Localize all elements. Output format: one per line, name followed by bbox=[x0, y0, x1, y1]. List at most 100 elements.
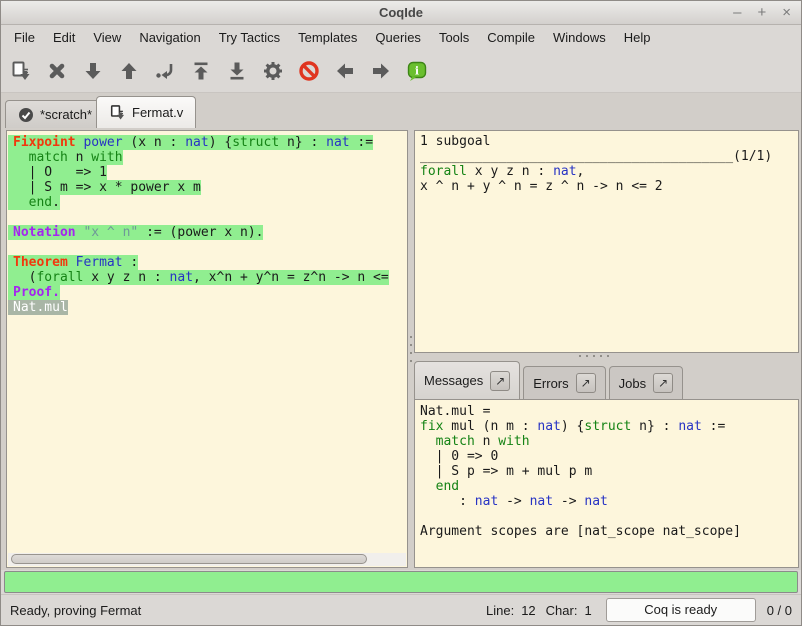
line-number: 12 bbox=[521, 603, 535, 618]
window-title: CoqIde bbox=[1, 5, 801, 20]
code-line: ________________________________________… bbox=[415, 149, 798, 164]
detach-icon[interactable]: ↗ bbox=[576, 373, 596, 393]
tab-label: Errors bbox=[533, 376, 568, 391]
info-bubble-icon: i bbox=[406, 60, 428, 82]
save-icon bbox=[10, 60, 32, 82]
document-tabstrip: *scratch* Fermat.v bbox=[1, 93, 801, 128]
forward-button[interactable] bbox=[369, 59, 393, 83]
code-line bbox=[8, 210, 406, 225]
arrow-down-icon bbox=[82, 60, 104, 82]
gear-icon bbox=[262, 60, 284, 82]
goals-panel: 1 subgoal_______________________________… bbox=[414, 130, 799, 353]
window-controls: – + × bbox=[733, 1, 791, 24]
code-line: | S m => x * power x m bbox=[8, 180, 406, 195]
tab-label: Messages bbox=[424, 373, 483, 388]
menu-navigation[interactable]: Navigation bbox=[130, 27, 209, 48]
save-button[interactable] bbox=[9, 59, 33, 83]
about-button[interactable]: i bbox=[405, 59, 429, 83]
char-number: 1 bbox=[584, 603, 591, 618]
arrow-up-icon bbox=[118, 60, 140, 82]
code-line: end. bbox=[8, 195, 406, 210]
interrupt-button[interactable] bbox=[297, 59, 321, 83]
menu-bar: File Edit View Navigation Try Tactics Te… bbox=[1, 26, 801, 49]
tab-label: Jobs bbox=[619, 376, 646, 391]
arrow-right-icon bbox=[370, 60, 392, 82]
title-bar: CoqIde – + × bbox=[1, 1, 801, 25]
menu-help[interactable]: Help bbox=[615, 27, 660, 48]
code-line: Fixpoint power (x n : nat) {struct n} : … bbox=[8, 135, 406, 150]
check-icon bbox=[18, 107, 34, 123]
menu-compile[interactable]: Compile bbox=[478, 27, 544, 48]
script-editor[interactable]: Fixpoint power (x n : nat) {struct n} : … bbox=[8, 132, 406, 553]
go-to-cursor-icon bbox=[154, 60, 176, 82]
coq-state: Coq is ready bbox=[606, 598, 756, 622]
arrow-left-icon bbox=[334, 60, 356, 82]
tab-messages[interactable]: Messages ↗ bbox=[414, 361, 520, 399]
close-icon bbox=[46, 60, 68, 82]
code-line: forall x y z n : nat, bbox=[415, 164, 798, 179]
message-tabstrip: Messages ↗ Errors ↗ Jobs ↗ bbox=[414, 361, 683, 399]
scrollbar-thumb[interactable] bbox=[11, 554, 367, 564]
code-line: Argument scopes are [nat_scope nat_scope… bbox=[415, 524, 798, 539]
go-to-end-button[interactable] bbox=[225, 59, 249, 83]
code-line: | O => 1 bbox=[8, 165, 406, 180]
restart-button[interactable] bbox=[189, 59, 213, 83]
stop-sign-icon bbox=[298, 60, 320, 82]
code-line: end bbox=[415, 479, 798, 494]
tab-errors[interactable]: Errors ↗ bbox=[523, 366, 605, 399]
close-button[interactable] bbox=[45, 59, 69, 83]
progress-bar bbox=[4, 571, 798, 593]
coqide-window: CoqIde – + × File Edit View Navigation T… bbox=[0, 0, 802, 626]
menu-edit[interactable]: Edit bbox=[44, 27, 84, 48]
code-line bbox=[8, 240, 406, 255]
code-line: (forall x y z n : nat, x^n + y^n = z^n -… bbox=[8, 270, 406, 285]
back-button[interactable] bbox=[333, 59, 357, 83]
line-label: Line: bbox=[486, 603, 514, 618]
detach-icon[interactable]: ↗ bbox=[653, 373, 673, 393]
detach-icon[interactable]: ↗ bbox=[490, 371, 510, 391]
editor-horizontal-scrollbar[interactable] bbox=[8, 553, 406, 566]
code-line: Theorem Fermat : bbox=[8, 255, 406, 270]
tab-fermat[interactable]: Fermat.v bbox=[96, 96, 196, 128]
status-bar: Ready, proving Fermat Line: 12 Char: 1 C… bbox=[1, 594, 801, 625]
status-right: Line: 12 Char: 1 Coq is ready 0 / 0 bbox=[486, 598, 792, 622]
vertical-splitter[interactable] bbox=[409, 336, 413, 362]
preferences-button[interactable] bbox=[261, 59, 285, 83]
menu-try-tactics[interactable]: Try Tactics bbox=[210, 27, 289, 48]
go-to-cursor-button[interactable] bbox=[153, 59, 177, 83]
horizontal-splitter[interactable] bbox=[579, 354, 609, 358]
menu-view[interactable]: View bbox=[84, 27, 130, 48]
code-line: fix mul (n m : nat) {struct n} : nat := bbox=[415, 419, 798, 434]
menu-templates[interactable]: Templates bbox=[289, 27, 366, 48]
code-line: Notation "x ^ n" := (power x n). bbox=[8, 225, 406, 240]
code-line: : nat -> nat -> nat bbox=[415, 494, 798, 509]
code-line: | 0 => 0 bbox=[415, 449, 798, 464]
menu-windows[interactable]: Windows bbox=[544, 27, 615, 48]
code-line: match n with bbox=[415, 434, 798, 449]
main-area: Fixpoint power (x n : nat) {struct n} : … bbox=[1, 128, 801, 570]
tab-label: *scratch* bbox=[40, 107, 92, 122]
arrow-up-bar-icon bbox=[190, 60, 212, 82]
code-line: Proof. bbox=[8, 285, 406, 300]
code-line: match n with bbox=[8, 150, 406, 165]
code-line: Nat.mul = bbox=[415, 404, 798, 419]
tab-scratch[interactable]: *scratch* bbox=[5, 100, 105, 128]
messages-panel: Nat.mul =fix mul (n m : nat) {struct n} … bbox=[414, 399, 799, 568]
menu-tools[interactable]: Tools bbox=[430, 27, 478, 48]
close-button[interactable]: × bbox=[782, 5, 791, 20]
minimize-button[interactable]: – bbox=[733, 5, 741, 20]
tab-jobs[interactable]: Jobs ↗ bbox=[609, 366, 683, 399]
editor-pane: Fixpoint power (x n : nat) {struct n} : … bbox=[6, 130, 408, 568]
toolbar: i bbox=[1, 49, 801, 93]
step-backward-button[interactable] bbox=[117, 59, 141, 83]
menu-file[interactable]: File bbox=[5, 27, 44, 48]
svg-text:i: i bbox=[415, 64, 419, 77]
step-forward-button[interactable] bbox=[81, 59, 105, 83]
maximize-button[interactable]: + bbox=[757, 5, 766, 20]
menu-queries[interactable]: Queries bbox=[366, 27, 430, 48]
tab-label: Fermat.v bbox=[132, 105, 183, 120]
code-line: 1 subgoal bbox=[415, 134, 798, 149]
code-line: x ^ n + y ^ n = z ^ n -> n <= 2 bbox=[415, 179, 798, 194]
code-line: Nat.mul bbox=[8, 300, 406, 315]
arrow-down-bar-icon bbox=[226, 60, 248, 82]
